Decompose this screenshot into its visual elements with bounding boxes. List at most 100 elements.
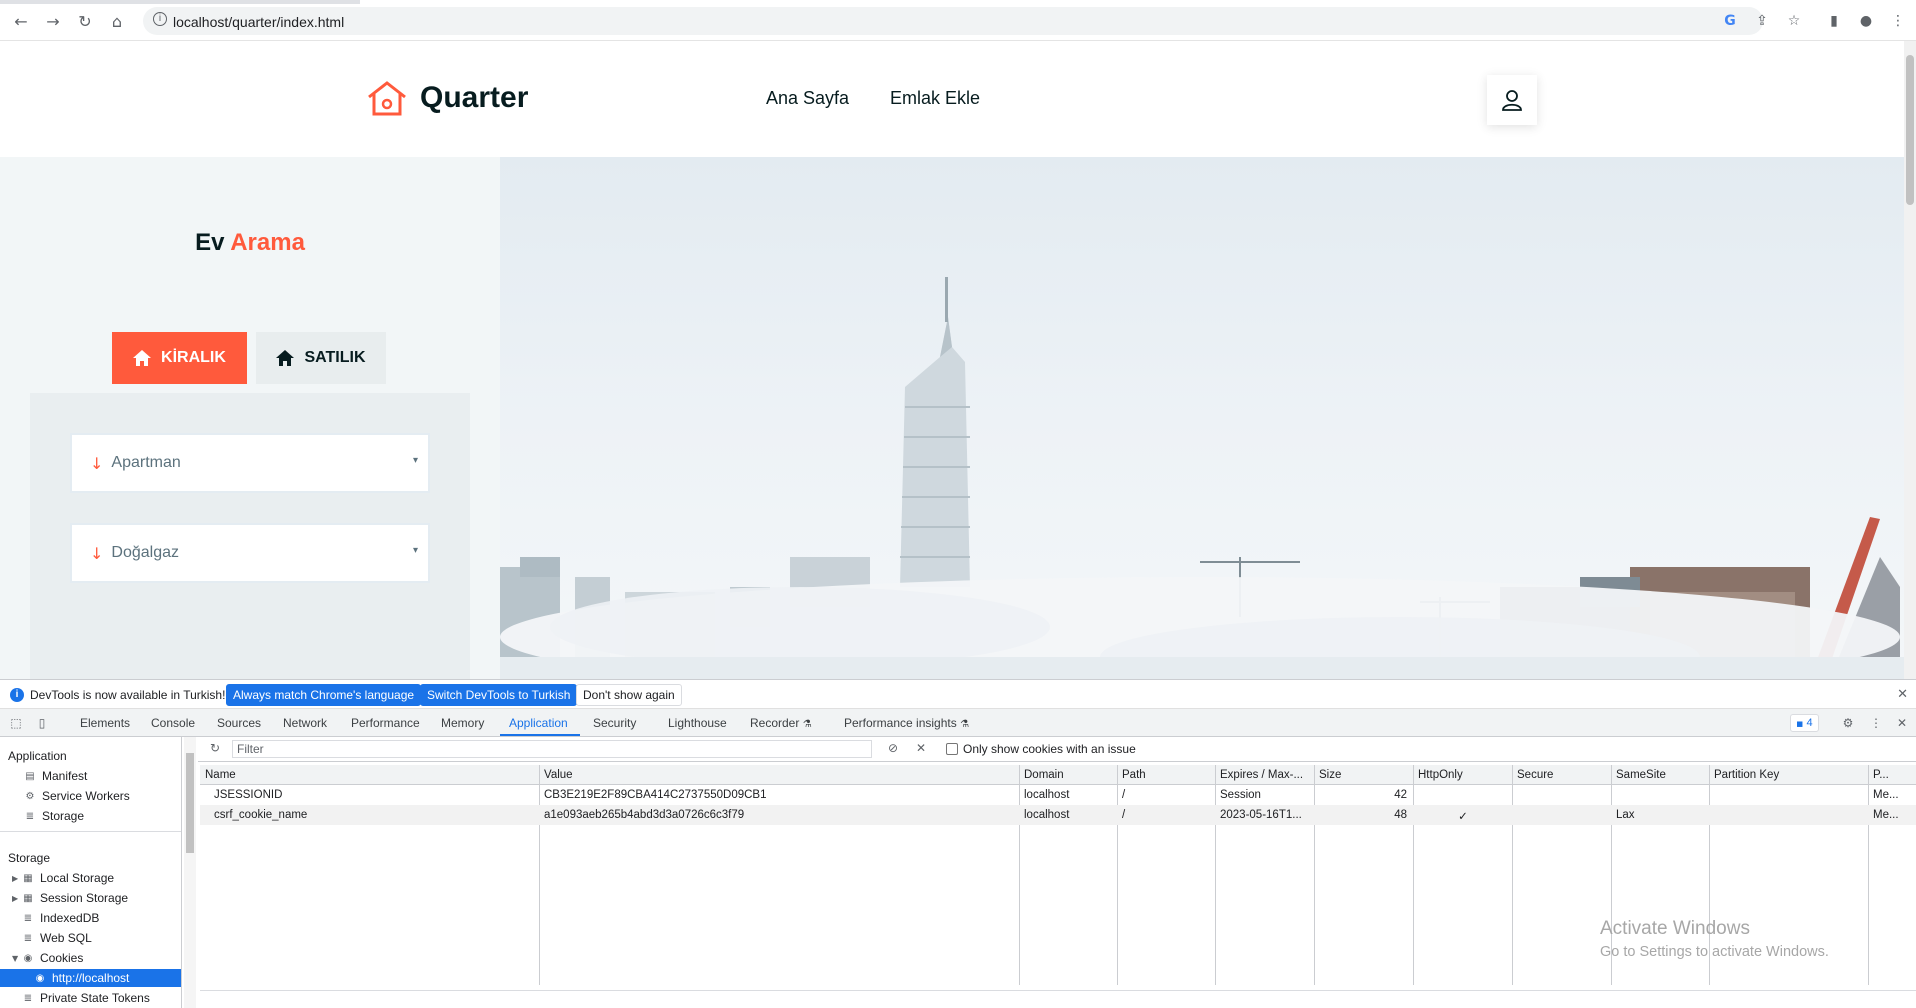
col-size[interactable]: Size	[1319, 769, 1341, 781]
cookie-filter-input[interactable]: Filter	[232, 740, 872, 758]
col-samesite[interactable]: SameSite	[1616, 769, 1666, 781]
cell-value: CB3E219E2F89CBA414C2737550D09CB1	[544, 789, 767, 801]
sidebar-item-web-sql[interactable]: ≣ Web SQL	[0, 929, 181, 947]
sidebar-item-label: Session Storage	[40, 891, 129, 905]
search-title-prefix: Ev	[195, 229, 225, 256]
user-icon	[1502, 90, 1522, 111]
watermark-title: Activate Windows	[1600, 918, 1750, 939]
col-secure[interactable]: Secure	[1517, 769, 1553, 781]
col-value[interactable]: Value	[544, 769, 573, 781]
device-toolbar-icon[interactable]: ▯	[34, 715, 50, 731]
chrome-menu-icon[interactable]: ⋮	[1888, 11, 1908, 31]
close-icon[interactable]: ✕	[1897, 686, 1908, 702]
tab-elements[interactable]: Elements	[80, 716, 130, 730]
delete-selected-icon[interactable]: ✕	[916, 741, 926, 755]
tab-recorder[interactable]: Recorder ⚗	[750, 716, 812, 730]
home-icon	[276, 350, 295, 366]
inspect-element-icon[interactable]: ⬚	[8, 715, 24, 731]
sidebar-item-indexeddb[interactable]: ≣ IndexedDB	[0, 909, 181, 927]
tab-lighthouse[interactable]: Lighthouse	[668, 716, 727, 730]
sidebar-item-label: IndexedDB	[40, 911, 100, 925]
sidebar-item-private-state-tokens[interactable]: ≣ Private State Tokens	[0, 989, 181, 1007]
only-issue-filter[interactable]: Only show cookies with an issue	[946, 742, 1136, 756]
nav-link-add-property[interactable]: Emlak Ekle	[890, 88, 980, 109]
google-icon[interactable]: G	[1720, 11, 1740, 31]
heating-type-select[interactable]: ↓ Doğalgaz ▾	[70, 523, 430, 583]
table-row[interactable]: csrf_cookie_name a1e093aeb265b4abd3d3a07…	[200, 805, 1916, 825]
col-path[interactable]: Path	[1122, 769, 1146, 781]
logo[interactable]: Quarter	[366, 79, 528, 117]
more-options-icon[interactable]: ⋮	[1868, 715, 1884, 731]
refresh-icon[interactable]: ↻	[210, 741, 220, 755]
close-devtools-icon[interactable]: ✕	[1894, 715, 1910, 731]
site-header: Quarter Ana Sayfa Emlak Ekle	[0, 41, 1904, 157]
col-name[interactable]: Name	[205, 769, 236, 781]
col-expires[interactable]: Expires / Max-...	[1220, 769, 1303, 781]
home-icon[interactable]: ⌂	[107, 11, 127, 31]
cell-expires: 2023-05-16T1...	[1220, 809, 1302, 821]
tab-performance[interactable]: Performance	[351, 716, 420, 730]
tab-rent[interactable]: KİRALIK	[112, 332, 247, 384]
tab-memory[interactable]: Memory	[441, 716, 484, 730]
star-icon[interactable]: ☆	[1784, 11, 1804, 31]
sidebar-item-cookies[interactable]: ▼ ◉ Cookies	[0, 949, 181, 967]
cell-domain: localhost	[1024, 789, 1070, 801]
collapse-triangle-icon[interactable]: ▼	[12, 954, 22, 963]
site-info-icon[interactable]: i	[153, 12, 167, 26]
cookie-toolbar: ↻ Filter ⊘ ✕ Only show cookies with an i…	[198, 737, 1916, 762]
property-type-select[interactable]: ↓ Apartman ▾	[70, 433, 430, 493]
expand-triangle-icon[interactable]: ▶	[12, 874, 22, 883]
match-language-button[interactable]: Always match Chrome's language	[226, 684, 422, 706]
col-domain[interactable]: Domain	[1024, 769, 1064, 781]
issues-badge[interactable]: ▪ 4	[1790, 714, 1819, 732]
nav-link-home[interactable]: Ana Sayfa	[766, 88, 849, 109]
tab-sources[interactable]: Sources	[217, 716, 261, 730]
sidebar-item-label: Storage	[42, 809, 85, 823]
share-icon[interactable]: ⇪	[1752, 11, 1772, 31]
only-issue-label: Only show cookies with an issue	[963, 742, 1136, 756]
tab-sale[interactable]: SATILIK	[256, 332, 386, 384]
col-partition-key[interactable]: Partition Key	[1714, 769, 1779, 781]
heating-type-value: Doğalgaz	[111, 544, 180, 561]
home-icon	[133, 350, 152, 366]
sidebar-item-cookies-localhost[interactable]: ◉ http://localhost	[0, 969, 181, 987]
sidebar-item-session-storage[interactable]: ▶ ▦ Session Storage	[0, 889, 181, 907]
cell-httponly: ✓	[1458, 809, 1468, 823]
tab-console[interactable]: Console	[151, 716, 195, 730]
tab-network[interactable]: Network	[283, 716, 327, 730]
page-scrollbar[interactable]	[1904, 41, 1916, 679]
address-url[interactable]: localhost/quarter/index.html	[173, 14, 344, 30]
profile-icon[interactable]: ●	[1856, 11, 1876, 31]
tab-security[interactable]: Security	[593, 716, 636, 730]
house-logo-icon	[368, 81, 406, 116]
tab-performance-insights-label: Performance insights	[844, 716, 957, 730]
col-httponly[interactable]: HttpOnly	[1418, 769, 1463, 781]
col-priority[interactable]: P...	[1873, 769, 1889, 781]
back-icon[interactable]: ←	[11, 11, 31, 31]
sidebar-item-storage[interactable]: ≣ Storage	[0, 807, 181, 825]
expand-triangle-icon[interactable]: ▶	[12, 894, 22, 903]
sidebar-scrollbar[interactable]	[184, 737, 196, 1008]
side-panel-icon[interactable]: ▮	[1824, 11, 1844, 31]
sidebar-item-service-workers[interactable]: ⚙ Service Workers	[0, 787, 181, 805]
forward-icon[interactable]: →	[43, 11, 63, 31]
dont-show-again-button[interactable]: Don't show again	[576, 684, 682, 706]
sidebar-item-local-storage[interactable]: ▶ ▦ Local Storage	[0, 869, 181, 887]
tab-recorder-label: Recorder	[750, 716, 800, 730]
database-icon: ≣	[23, 912, 33, 924]
tab-performance-insights[interactable]: Performance insights ⚗	[844, 716, 969, 730]
sidebar-item-manifest[interactable]: ▤ Manifest	[0, 767, 181, 785]
settings-gear-icon[interactable]: ⚙	[1840, 715, 1856, 731]
table-row[interactable]: JSESSIONID CB3E219E2F89CBA414C2737550D09…	[200, 785, 1916, 805]
switch-language-button[interactable]: Switch DevTools to Turkish	[420, 684, 578, 706]
tab-application[interactable]: Application	[509, 716, 568, 730]
address-bar[interactable]: i localhost/quarter/index.html	[143, 7, 1763, 35]
sidebar-heading-storage: Storage	[8, 851, 51, 865]
cell-path: /	[1122, 789, 1126, 801]
reload-icon[interactable]: ↻	[75, 11, 95, 31]
arrow-down-icon: ↓	[90, 543, 104, 563]
only-issue-checkbox[interactable]	[946, 743, 958, 755]
user-account-button[interactable]	[1487, 75, 1537, 125]
clear-filtered-icon[interactable]: ⊘	[888, 741, 898, 755]
watermark-subtitle: Go to Settings to activate Windows.	[1600, 944, 1829, 960]
